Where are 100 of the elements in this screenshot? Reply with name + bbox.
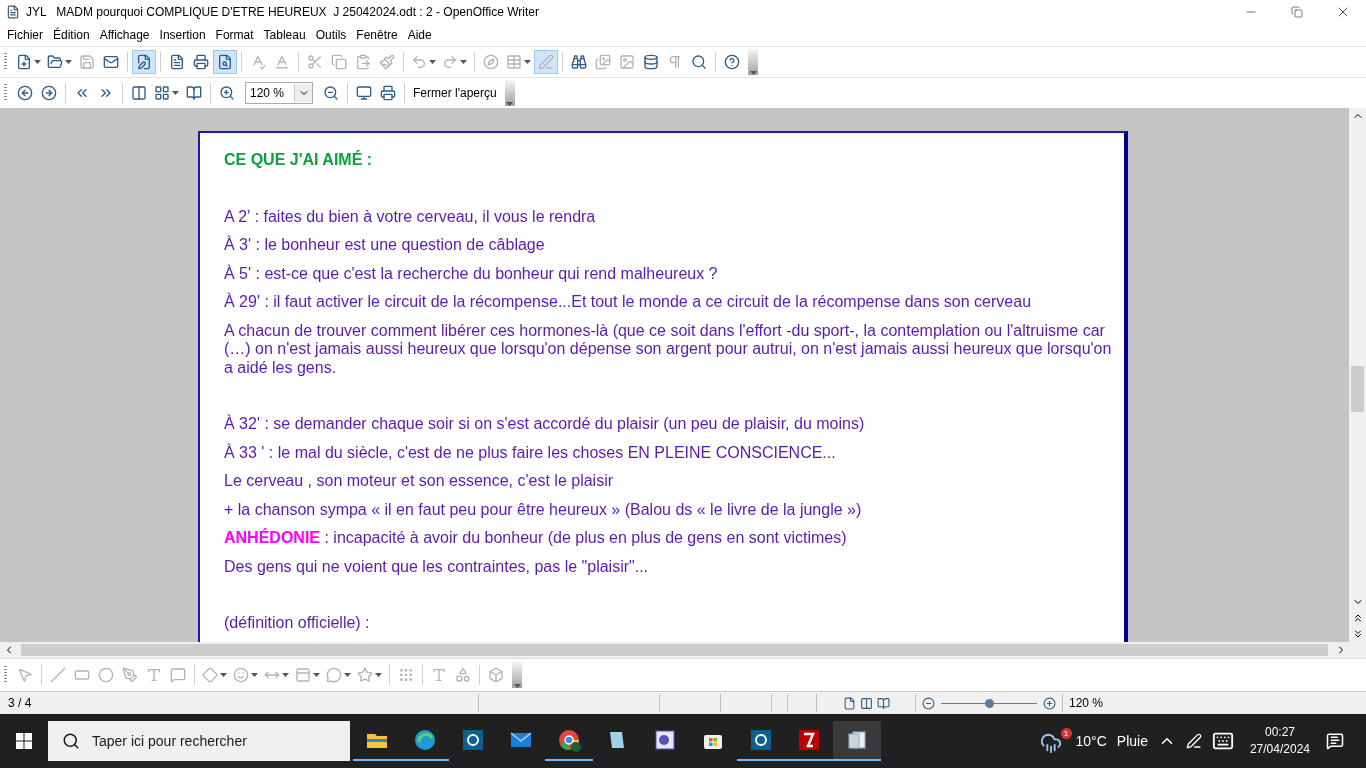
notification-badge: 1 (1060, 728, 1072, 739)
binoculars-icon (571, 54, 587, 70)
search-icon (691, 54, 707, 70)
clipboard-icon (355, 54, 371, 70)
gallery-icon (595, 54, 611, 70)
compass-icon (483, 54, 499, 70)
caret-icon (524, 60, 531, 64)
paragraph: ANHÉDONIE : incapacité à avoir du bonheur (de plus en plus de gens en sont victimes) (224, 529, 848, 548)
toolbar-button[interactable] (213, 50, 237, 74)
scrollbar-thumb[interactable] (21, 644, 1328, 656)
cube-icon (488, 667, 504, 683)
paragraph: (définition officielle) : (224, 614, 371, 633)
filezilla-icon (797, 728, 821, 752)
printer-icon (193, 54, 209, 70)
zoom-level: 120 % (1068, 696, 1104, 710)
paragraph: Des gens qui ne voient que les contraintes, pas le "plaisir"... (224, 557, 650, 576)
menu-item[interactable]: Fenêtre (351, 26, 403, 44)
caret-icon (220, 673, 227, 677)
taskbar-app-button[interactable] (833, 721, 881, 761)
section-heading: CE QUE J'AI AIMÉ : (224, 151, 374, 170)
folder-icon (47, 54, 63, 70)
pdf-icon (169, 54, 185, 70)
table-icon (506, 54, 522, 70)
menu-item[interactable]: Format (210, 26, 259, 44)
text-icon (146, 667, 162, 683)
toolbar-overflow-button[interactable] (512, 662, 522, 688)
callout-icon (170, 667, 186, 683)
menu-item[interactable]: Édition (48, 26, 95, 44)
toolbar-button[interactable] (132, 50, 156, 74)
dropdown-button[interactable] (294, 84, 312, 102)
caret-icon (172, 91, 179, 95)
toolbar-overflow-button[interactable] (504, 80, 515, 106)
app-icon (749, 728, 773, 752)
menu-item[interactable]: Fichier (2, 26, 48, 44)
rectangle-icon (74, 667, 90, 683)
scrollbar-thumb[interactable] (1351, 366, 1364, 412)
weather-icon[interactable] (1039, 732, 1062, 754)
book-icon (186, 85, 202, 101)
document-icon (6, 5, 20, 19)
caret-icon (251, 673, 258, 677)
pointer-icon (17, 667, 33, 683)
brush-icon (379, 54, 395, 70)
pen-icon[interactable] (1185, 733, 1202, 749)
menu-item[interactable]: Tableau (258, 26, 311, 44)
pen-icon (122, 667, 138, 683)
redo-icon (442, 54, 458, 70)
image-icon (619, 54, 635, 70)
app-icon (461, 728, 485, 752)
paragraph: À 33 ' : le mal du siècle, c'est de ne plus faire les choses EN PLEINE CONSCIENCE... (224, 443, 837, 462)
single-page-icon[interactable] (842, 696, 856, 710)
paragraph: À 3' : le bonheur est une question de câblage (224, 236, 546, 255)
envelope-icon (103, 54, 119, 70)
ellipse-icon (98, 667, 114, 683)
browser-icon (413, 728, 437, 752)
paragraph: À 29' : il faut activer le circuit de la récompense...Et tout le monde a ce circuit de la récompense dans son cerveau (224, 293, 1033, 312)
grid-icon (154, 85, 170, 101)
database-icon (643, 54, 659, 70)
caret-icon (429, 60, 436, 64)
book-icon[interactable] (876, 696, 890, 710)
caret-icon (513, 684, 521, 688)
zoom-in-icon (219, 85, 235, 101)
keyboard-icon[interactable] (1211, 730, 1234, 752)
browser-icon (557, 728, 581, 752)
search-field[interactable]: Taper ici pour rechercher (48, 721, 350, 761)
windows-icon (16, 733, 32, 749)
zoom-out-icon[interactable] (922, 696, 935, 710)
star-icon (357, 667, 373, 683)
caret-icon (282, 673, 289, 677)
menu-item[interactable]: Aide (402, 26, 437, 44)
menu-item[interactable]: Outils (310, 26, 352, 44)
notifications-icon[interactable] (1326, 732, 1344, 750)
shapes-icon (455, 667, 471, 683)
close-preview-button[interactable]: Fermer l'aperçu (409, 84, 501, 102)
caret-icon (749, 71, 757, 75)
paragraph: À 5' : est-ce que c'est la recherche du bonheur qui rend malheureux ? (224, 264, 719, 283)
flowchart-icon (295, 667, 311, 683)
documents-icon (845, 728, 869, 752)
search-icon (62, 732, 80, 750)
edit-document-icon (136, 54, 152, 70)
scissors-icon (307, 54, 323, 70)
caret-icon (313, 673, 320, 677)
paragraph: A 2' : faites du bien à votre cerveau, il vous le rendra (224, 207, 597, 226)
zoom-combobox[interactable]: 120 % (245, 82, 313, 104)
two-pages-icon[interactable] (859, 696, 873, 710)
toolbar-overflow-button[interactable] (748, 49, 758, 75)
diamond-icon (202, 667, 218, 683)
paragraph: À 32' : se demander chaque soir si on s'est accordé du plaisir (un peu de plaisir, du moins) (224, 415, 866, 434)
zoom-in-icon[interactable] (1043, 696, 1056, 710)
line-icon (50, 667, 66, 683)
floppy-icon (79, 54, 95, 70)
pen-icon (538, 54, 554, 70)
restore-icon (1291, 6, 1303, 18)
monitor-icon (356, 85, 372, 101)
clock[interactable]: 00:27 27/04/2024 (1249, 724, 1310, 758)
undo-icon (411, 54, 427, 70)
menu-item[interactable]: Affichage (94, 26, 155, 44)
menu-item[interactable]: Insertion (154, 26, 211, 44)
caret-icon (344, 673, 351, 677)
zoom-out-icon (323, 85, 339, 101)
caret-icon (460, 60, 467, 64)
